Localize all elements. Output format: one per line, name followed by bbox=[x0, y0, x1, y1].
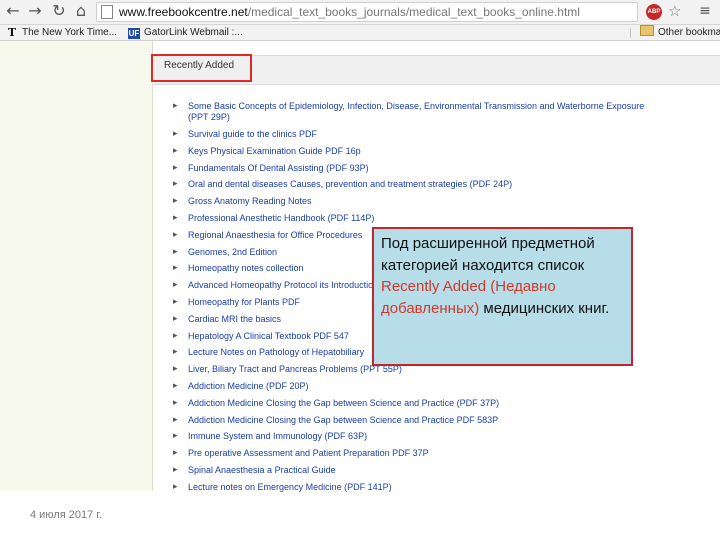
bullet-icon: ▸ bbox=[173, 347, 178, 358]
adblock-extension-icon[interactable]: ABP bbox=[646, 4, 662, 20]
bullet-icon: ▸ bbox=[173, 280, 178, 291]
back-arrow-icon[interactable]: ← bbox=[4, 2, 22, 20]
bookmark-label: Other bookma bbox=[658, 27, 720, 38]
callout-text: Под расширенной предметной категорией на… bbox=[381, 235, 595, 274]
book-link[interactable]: Homeopathy notes collection bbox=[188, 263, 304, 273]
bookmark-label: GatorLink Webmail :... bbox=[144, 27, 243, 38]
browser-menu-icon[interactable]: ≡ bbox=[696, 2, 714, 20]
bullet-icon: ▸ bbox=[173, 196, 178, 207]
bookmark-gatorlink[interactable]: UF GatorLink Webmail :... bbox=[128, 25, 243, 40]
list-item[interactable]: ▸ Addiction Medicine Closing the Gap betw… bbox=[173, 398, 693, 415]
list-item[interactable]: ▸ Immune System and Immunology (PDF 63P) bbox=[173, 431, 693, 448]
bullet-icon: ▸ bbox=[173, 229, 178, 240]
bullet-icon: ▸ bbox=[173, 179, 178, 190]
book-link[interactable]: Immune System and Immunology (PDF 63P) bbox=[188, 431, 367, 441]
bullet-icon: ▸ bbox=[173, 464, 178, 475]
book-link[interactable]: Lecture Notes on Pathology of Hepatobili… bbox=[188, 347, 364, 357]
list-item[interactable]: ▸ Gross Anatomy Reading Notes bbox=[173, 196, 693, 213]
list-item[interactable]: ▸ Liver, Biliary Tract and Pancreas Probl… bbox=[173, 364, 693, 381]
book-link[interactable]: Spinal Anaesthesia a Practical Guide bbox=[188, 465, 336, 475]
nyt-logo-icon: T bbox=[7, 26, 17, 39]
book-link[interactable]: Gross Anatomy Reading Notes bbox=[188, 196, 312, 206]
bookmarks-bar: T The New York Time... UF GatorLink Webmai… bbox=[0, 25, 720, 41]
book-link[interactable]: Fundamentals Of Dental Assisting (PDF 93… bbox=[188, 163, 369, 173]
book-link[interactable]: Oral and dental diseases Causes, prevent… bbox=[188, 179, 512, 189]
address-bar[interactable]: www.freebookcentre.net/medical_text_book… bbox=[96, 2, 638, 22]
book-link[interactable]: Cardiac MRI the basics bbox=[188, 314, 281, 324]
book-link[interactable]: Regional Anaesthesia for Office Procedur… bbox=[188, 230, 362, 240]
list-item[interactable]: ▸ Survival guide to the clinics PDF bbox=[173, 129, 693, 146]
book-link[interactable]: Addiction Medicine Closing the Gap betwe… bbox=[188, 415, 498, 425]
bullet-icon: ▸ bbox=[173, 145, 178, 156]
bullet-icon: ▸ bbox=[173, 481, 178, 492]
bullet-icon: ▸ bbox=[173, 129, 178, 139]
list-item[interactable]: ▸ Keys Physical Examination Guide PDF 16p bbox=[173, 146, 693, 163]
highlight-box bbox=[151, 54, 252, 82]
book-link[interactable]: Genomes, 2nd Edition bbox=[188, 247, 277, 257]
book-link[interactable]: Liver, Biliary Tract and Pancreas Proble… bbox=[188, 364, 402, 374]
list-item[interactable]: ▸ Lecture notes on Emergency Medicine (PD… bbox=[173, 482, 693, 499]
annotation-callout: Под расширенной предметной категорией на… bbox=[372, 227, 633, 366]
reload-icon[interactable]: ↻ bbox=[50, 2, 68, 20]
bookmarks-divider bbox=[630, 28, 631, 38]
list-item[interactable]: ▸ Addiction Medicine Closing the Gap betw… bbox=[173, 415, 693, 432]
list-item[interactable]: ▸ Some Basic Concepts of Epidemiology, In… bbox=[173, 101, 658, 129]
book-link[interactable]: Keys Physical Examination Guide PDF 16p bbox=[188, 146, 361, 156]
book-link[interactable]: Some Basic Concepts of Epidemiology, Inf… bbox=[188, 101, 644, 122]
book-link[interactable]: Lecture notes on Emergency Medicine (PDF… bbox=[188, 482, 392, 492]
bookmark-other[interactable]: Other bookma bbox=[640, 25, 720, 40]
book-link[interactable]: Professional Anesthetic Handbook (PDF 11… bbox=[188, 213, 374, 223]
url-host: www.freebookcentre.net bbox=[119, 5, 248, 19]
gatorlink-icon: UF bbox=[128, 28, 140, 39]
bullet-icon: ▸ bbox=[173, 330, 178, 341]
bullet-icon: ▸ bbox=[173, 101, 178, 111]
list-item[interactable]: ▸ Oral and dental diseases Causes, preven… bbox=[173, 179, 693, 196]
browser-toolbar: ← → ↻ ⌂ www.freebookcentre.net/medical_t… bbox=[0, 0, 720, 25]
list-item[interactable]: ▸ Pre operative Assessment and Patient Pr… bbox=[173, 448, 693, 465]
bookmark-label: The New York Time... bbox=[22, 27, 118, 38]
bullet-icon: ▸ bbox=[173, 397, 178, 408]
forward-arrow-icon[interactable]: → bbox=[26, 2, 44, 20]
bullet-icon: ▸ bbox=[173, 246, 178, 257]
bullet-icon: ▸ bbox=[173, 431, 178, 442]
page-document-icon bbox=[101, 5, 113, 19]
book-link[interactable]: Advanced Homeopathy Protocol its Introdu… bbox=[188, 280, 378, 290]
url-text: www.freebookcentre.net/medical_text_book… bbox=[119, 4, 580, 20]
book-link[interactable]: Survival guide to the clinics PDF bbox=[188, 129, 317, 139]
bullet-icon: ▸ bbox=[173, 380, 178, 391]
book-link[interactable]: Addiction Medicine Closing the Gap betwe… bbox=[188, 398, 499, 408]
bullet-icon: ▸ bbox=[173, 364, 178, 375]
bullet-icon: ▸ bbox=[173, 296, 178, 307]
folder-icon bbox=[640, 25, 654, 36]
bullet-icon: ▸ bbox=[173, 313, 178, 324]
bullet-icon: ▸ bbox=[173, 212, 178, 223]
slide-date: 4 июля 2017 г. bbox=[30, 509, 103, 521]
book-link[interactable]: Hepatology A Clinical Textbook PDF 547 bbox=[188, 331, 349, 341]
book-link[interactable]: Addiction Medicine (PDF 20P) bbox=[188, 381, 309, 391]
bullet-icon: ▸ bbox=[173, 448, 178, 459]
home-icon[interactable]: ⌂ bbox=[72, 2, 90, 20]
list-item[interactable]: ▸ Spinal Anaesthesia a Practical Guide bbox=[173, 465, 693, 482]
book-link[interactable]: Pre operative Assessment and Patient Pre… bbox=[188, 448, 429, 458]
list-item[interactable]: ▸ Fundamentals Of Dental Assisting (PDF 9… bbox=[173, 163, 693, 180]
bookmark-nytimes[interactable]: T The New York Time... bbox=[6, 25, 117, 40]
url-path: /medical_text_books_journals/medical_tex… bbox=[247, 5, 580, 19]
bullet-icon: ▸ bbox=[173, 263, 178, 274]
list-item[interactable]: ▸ Addiction Medicine (PDF 20P) bbox=[173, 381, 693, 398]
book-link[interactable]: Homeopathy for Plants PDF bbox=[188, 297, 300, 307]
bullet-icon: ▸ bbox=[173, 162, 178, 173]
bookmark-star-icon[interactable]: ☆ bbox=[668, 2, 681, 20]
bullet-icon: ▸ bbox=[173, 414, 178, 425]
callout-text-end: медицинских книг. bbox=[479, 299, 610, 317]
